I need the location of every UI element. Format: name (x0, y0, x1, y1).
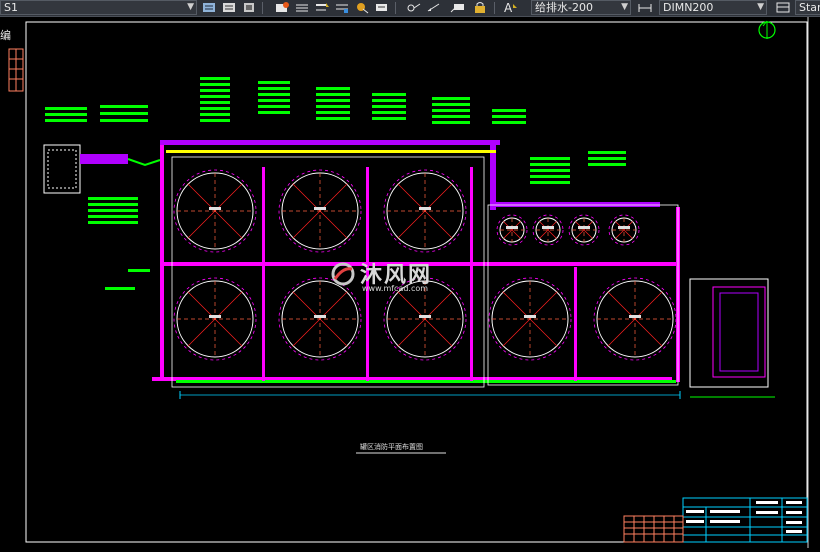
watermark-logo-icon (331, 262, 355, 286)
start-value: Star (799, 1, 820, 14)
storage-tank (173, 277, 257, 361)
watermark-url: www.mfcad.com (362, 284, 429, 293)
small-tank (608, 214, 640, 246)
linetype-icon[interactable] (294, 1, 310, 14)
mleader-icon[interactable] (450, 1, 466, 14)
layer-icon[interactable] (241, 1, 257, 14)
left-margin-strip (8, 48, 24, 92)
dim-style-value: DIMN200 (663, 1, 714, 14)
properties-icon[interactable] (274, 1, 290, 14)
chevron-down-icon: ▼ (757, 2, 764, 12)
storage-tank (278, 169, 362, 253)
pipe-style-dropdown[interactable]: 给排水-200 ▼ (531, 0, 631, 15)
storage-tank (173, 169, 257, 253)
watermark: 沐风网 www.mfcad.com (330, 257, 490, 297)
dim-style-dropdown[interactable]: DIMN200 ▼ (659, 0, 767, 15)
left-margin-label: 编 (0, 29, 11, 42)
toolbar: S1 ▼ A 给排水-200 ▼ DIMN200 ▼ Star (0, 0, 820, 17)
dimension-icon[interactable] (406, 1, 422, 14)
revision-table (623, 515, 684, 543)
storage-tank (488, 277, 572, 361)
lineweight-icon[interactable] (314, 1, 330, 14)
main-header-pipe (160, 140, 500, 145)
plan-title: 罐区消防平面布置图 (360, 443, 423, 451)
text-icon[interactable]: A (500, 1, 520, 14)
color-icon[interactable] (334, 1, 350, 14)
layer-value: S1 (4, 1, 18, 14)
chevron-down-icon: ▼ (621, 2, 628, 12)
drawing-canvas[interactable]: 编 罐区消防平面布置图 沐风网 www.mfcad.com (0, 17, 820, 548)
storage-tank (593, 277, 677, 361)
small-tank (532, 214, 564, 246)
layer-dropdown[interactable]: S1 ▼ (0, 0, 197, 15)
chevron-down-icon: ▼ (187, 2, 194, 12)
pump-house (43, 144, 81, 194)
leader-icon[interactable] (426, 1, 442, 14)
text-style-icon[interactable] (221, 1, 237, 14)
start-dropdown[interactable]: Star (795, 0, 820, 15)
small-tank (496, 214, 528, 246)
match-icon[interactable] (354, 1, 370, 14)
storage-tank (383, 169, 467, 253)
lock-icon[interactable] (472, 1, 488, 14)
main-pipe-inlet (80, 154, 128, 164)
paragraph-icon[interactable] (201, 1, 217, 14)
block-icon[interactable] (374, 1, 390, 14)
tank-dike-2 (487, 204, 679, 386)
pipe-style-value: 给排水-200 (535, 1, 593, 14)
table-style-icon[interactable] (775, 1, 791, 14)
dim-style-icon[interactable] (637, 1, 653, 14)
title-block (682, 497, 808, 543)
small-tank (568, 214, 600, 246)
north-arrow-icon (758, 20, 776, 39)
svg-text:A: A (504, 1, 513, 14)
